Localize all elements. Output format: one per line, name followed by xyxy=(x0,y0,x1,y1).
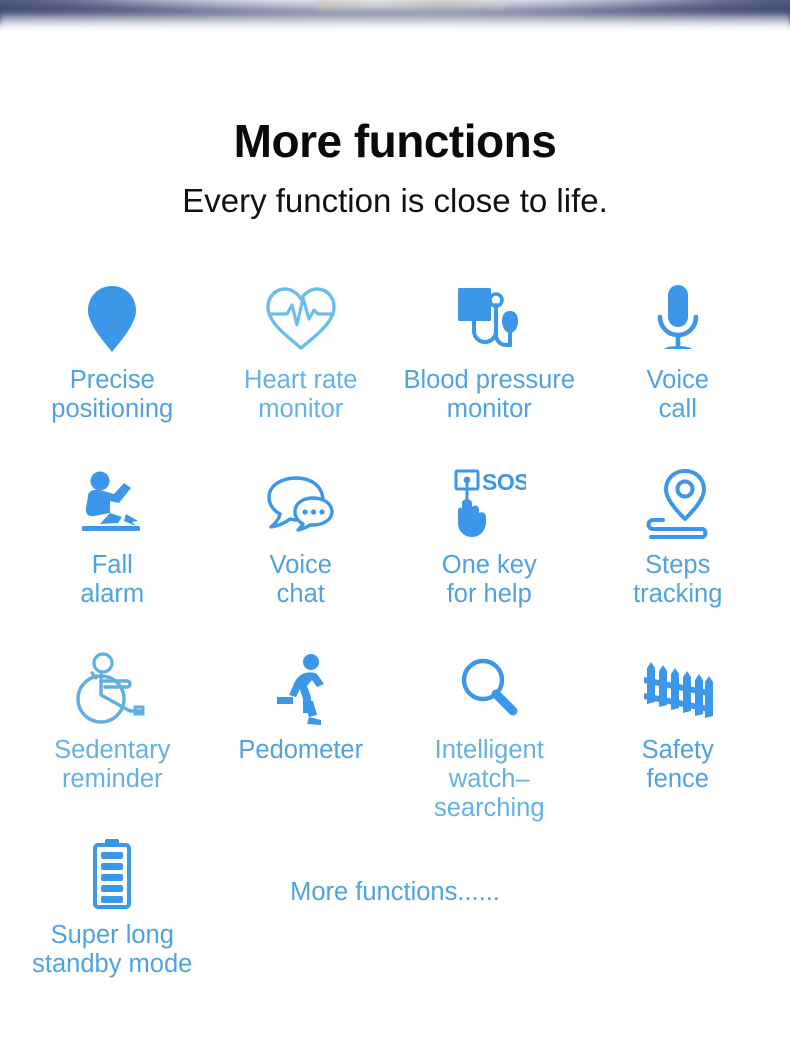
more-functions-text: More functions...... xyxy=(290,878,500,906)
feature-blood-pressure-monitor[interactable]: Blood pressure monitor xyxy=(395,281,584,466)
svg-text:SOS: SOS xyxy=(482,469,526,495)
feature-label: Intelligent watch–searching xyxy=(433,736,545,822)
fence-icon xyxy=(641,651,715,727)
pin-route-icon xyxy=(641,466,715,542)
feature-sedentary-reminder[interactable]: Sedentary reminder xyxy=(18,651,207,836)
feature-label: Super long standby mode xyxy=(32,921,193,978)
feature-grid: Precise positioning Heart rate monitor B… xyxy=(18,281,772,836)
microphone-icon xyxy=(650,281,706,357)
page-title: More functions xyxy=(233,115,557,167)
feature-label: Steps tracking xyxy=(633,551,723,608)
feature-safety-fence[interactable]: Safety fence xyxy=(584,651,773,836)
feature-label: One key for help xyxy=(441,551,537,608)
speech-bubbles-icon xyxy=(265,466,337,542)
feature-voice-call[interactable]: Voice call xyxy=(584,281,773,466)
feature-label: Precise positioning xyxy=(51,366,174,423)
feature-label: Heart rate monitor xyxy=(244,366,358,423)
page-subtitle: Every function is close to life. xyxy=(182,182,608,219)
map-pin-icon xyxy=(86,281,138,357)
magnifier-icon xyxy=(456,651,522,727)
feature-voice-chat[interactable]: Voice chat xyxy=(207,466,396,651)
feature-pedometer[interactable]: Pedometer xyxy=(207,651,396,836)
feature-precise-positioning[interactable]: Precise positioning xyxy=(18,281,207,466)
grid-spacer xyxy=(584,836,773,1021)
feature-label: Safety fence xyxy=(641,736,714,793)
feature-label: Blood pressure monitor xyxy=(403,366,575,423)
top-gradient-band xyxy=(0,0,790,24)
feature-label: Pedometer xyxy=(238,736,364,764)
feature-watch-searching[interactable]: Intelligent watch–searching xyxy=(395,651,584,836)
falling-person-icon xyxy=(74,466,150,542)
feature-label: Sedentary reminder xyxy=(54,736,171,793)
feature-fall-alarm[interactable]: Fall alarm xyxy=(18,466,207,651)
top-ghost-artifact xyxy=(318,0,504,9)
top-band-fade xyxy=(0,14,790,40)
feature-heart-rate-monitor[interactable]: Heart rate monitor xyxy=(207,281,396,466)
sos-hand-icon: SOS xyxy=(452,466,526,542)
wheelchair-icon xyxy=(75,651,149,727)
battery-icon xyxy=(89,836,135,912)
feature-label: Voice call xyxy=(646,366,709,423)
heart-pulse-icon xyxy=(262,281,340,357)
feature-grid-last-row: Super long standby mode More functions..… xyxy=(18,836,772,1021)
feature-label: Fall alarm xyxy=(80,551,145,608)
running-person-icon xyxy=(269,651,333,727)
feature-steps-tracking[interactable]: Steps tracking xyxy=(584,466,773,651)
feature-super-long-standby[interactable]: Super long standby mode xyxy=(18,836,207,1021)
blood-pressure-icon xyxy=(454,281,524,357)
feature-one-key-for-help[interactable]: SOS One key for help xyxy=(395,466,584,651)
feature-label: Voice chat xyxy=(269,551,332,608)
